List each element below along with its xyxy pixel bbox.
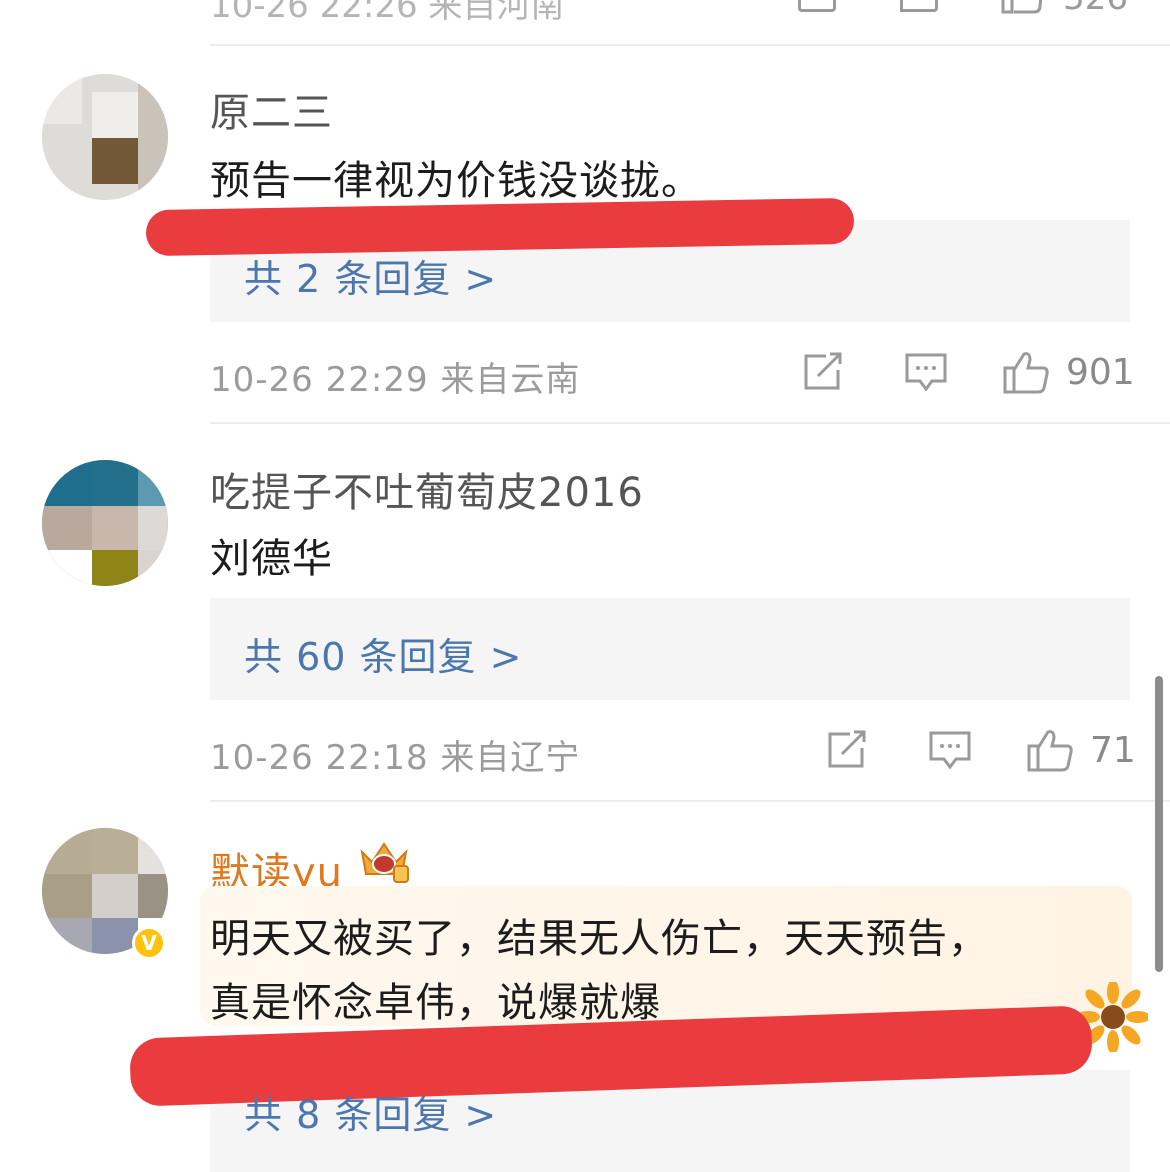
like-icon[interactable]	[1026, 728, 1074, 772]
like-count: 71	[1090, 730, 1136, 771]
username[interactable]: 原二三	[210, 80, 333, 138]
comment-divider	[210, 800, 1170, 802]
scrollbar[interactable]	[1155, 676, 1163, 972]
share-icon[interactable]	[802, 352, 846, 392]
comment-icon[interactable]	[900, 0, 938, 12]
comment-meta: 10-26 22:29 来自云南	[210, 360, 581, 400]
avatar[interactable]	[42, 74, 168, 200]
comment-meta: 10-26 22:18 来自辽宁	[210, 738, 581, 778]
comment-text: 刘德华	[210, 536, 333, 582]
comment-divider	[210, 44, 1170, 46]
comment-text-line2: 真是怀念卓伟，说爆就爆	[210, 980, 661, 1026]
comment-icon[interactable]	[928, 730, 972, 772]
comment-text: 预告一律视为价钱没谈拢。	[210, 158, 702, 204]
like-icon[interactable]	[1000, 0, 1044, 16]
share-icon[interactable]	[798, 0, 836, 12]
like-icon[interactable]	[1002, 350, 1050, 394]
view-replies-link[interactable]: 共 60 条回复 >	[244, 626, 522, 681]
comment-divider	[210, 422, 1170, 424]
verified-v-icon: V	[132, 926, 166, 960]
username[interactable]: 吃提子不吐葡萄皮2016	[210, 460, 644, 518]
like-count-partial: 526	[1063, 0, 1128, 18]
comment-text-line1: 明天又被买了，结果无人伤亡，天天预告，	[210, 916, 989, 962]
comment-icon[interactable]	[904, 352, 948, 394]
like-count: 901	[1066, 352, 1135, 393]
avatar[interactable]	[42, 460, 168, 586]
view-replies-link[interactable]: 共 2 条回复 >	[244, 248, 497, 303]
comment-meta-partial: 10-26 22:26 来自河南	[210, 0, 565, 26]
view-replies-link[interactable]: 共 8 条回复 >	[244, 1084, 497, 1139]
share-icon[interactable]	[826, 730, 870, 770]
crown-badge-icon	[360, 842, 409, 883]
